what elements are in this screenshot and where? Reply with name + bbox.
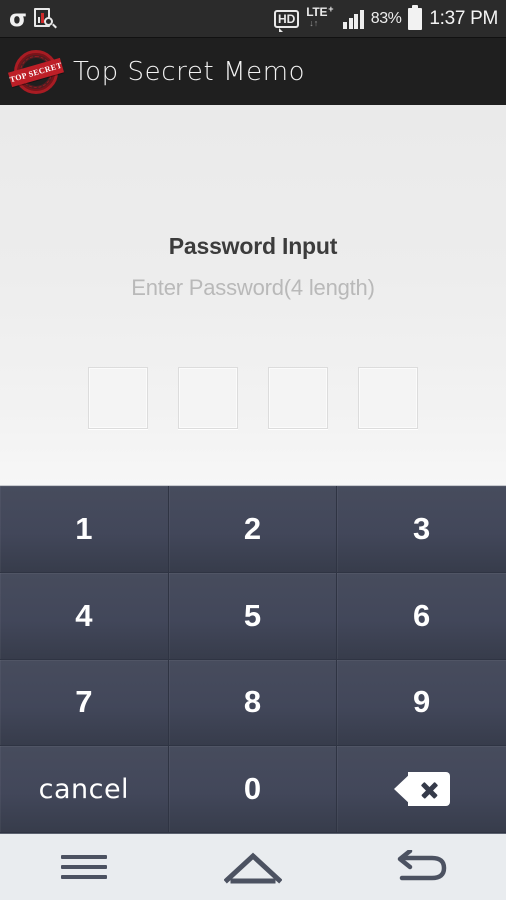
sigma-app-icon: σ — [9, 5, 27, 32]
app-bar: TOP SECRET Top Secret Memo — [0, 38, 506, 105]
battery-icon — [408, 4, 423, 30]
key-9[interactable]: 9 — [337, 659, 506, 747]
nav-home-button[interactable] — [198, 834, 308, 900]
lte-label: LTE — [306, 4, 328, 19]
key-backspace[interactable] — [337, 746, 506, 833]
system-navigation-bar — [0, 833, 506, 900]
page-title: Password Input — [168, 233, 338, 259]
key-5[interactable]: 5 — [168, 572, 338, 660]
phone-screen: σ HD LTE + ↓↑ 83% 1:37 PM TOP SECRET Top… — [0, 0, 506, 900]
key-2[interactable]: 2 — [168, 486, 338, 573]
password-boxes — [0, 367, 506, 429]
signal-strength-icon — [343, 9, 364, 29]
clock-time: 1:37 PM — [429, 7, 498, 29]
password-digit-box-3[interactable] — [268, 367, 328, 429]
home-icon — [223, 850, 282, 884]
key-7[interactable]: 7 — [0, 659, 169, 747]
password-panel: Password Input Enter Password(4 length) — [0, 105, 506, 485]
key-8[interactable]: 8 — [168, 659, 338, 747]
hd-icon: HD — [273, 9, 300, 32]
top-secret-stamp-icon: TOP SECRET — [7, 48, 65, 96]
key-4[interactable]: 4 — [0, 572, 169, 660]
status-bar-right: HD LTE + ↓↑ 83% 1:37 PM — [273, 3, 498, 32]
nav-menu-button[interactable] — [29, 834, 139, 900]
key-1[interactable]: 1 — [0, 486, 169, 573]
key-6[interactable]: 6 — [337, 572, 506, 660]
key-cancel[interactable]: cancel — [0, 746, 169, 833]
status-bar: σ HD LTE + ↓↑ 83% 1:37 PM — [0, 0, 506, 38]
key-3[interactable]: 3 — [337, 486, 506, 573]
backspace-icon — [393, 772, 450, 807]
lte-icon: LTE + ↓↑ — [306, 3, 336, 32]
status-bar-left: σ — [9, 5, 57, 32]
data-arrows-icon: ↓↑ — [309, 17, 319, 28]
app-title: Top Secret Memo — [73, 56, 306, 87]
password-digit-box-4[interactable] — [358, 367, 418, 429]
password-digit-box-2[interactable] — [178, 367, 238, 429]
page-subtitle: Enter Password(4 length) — [131, 275, 375, 300]
key-0[interactable]: 0 — [168, 746, 338, 833]
back-icon — [394, 850, 450, 884]
document-search-icon — [33, 7, 57, 30]
numeric-keypad: 1 2 3 4 5 6 7 8 9 cancel 0 — [0, 485, 506, 833]
password-digit-box-1[interactable] — [88, 367, 148, 429]
nav-back-button[interactable] — [367, 834, 477, 900]
lte-plus: + — [328, 3, 334, 14]
battery-percent: 83% — [370, 9, 402, 27]
menu-icon — [61, 849, 108, 885]
